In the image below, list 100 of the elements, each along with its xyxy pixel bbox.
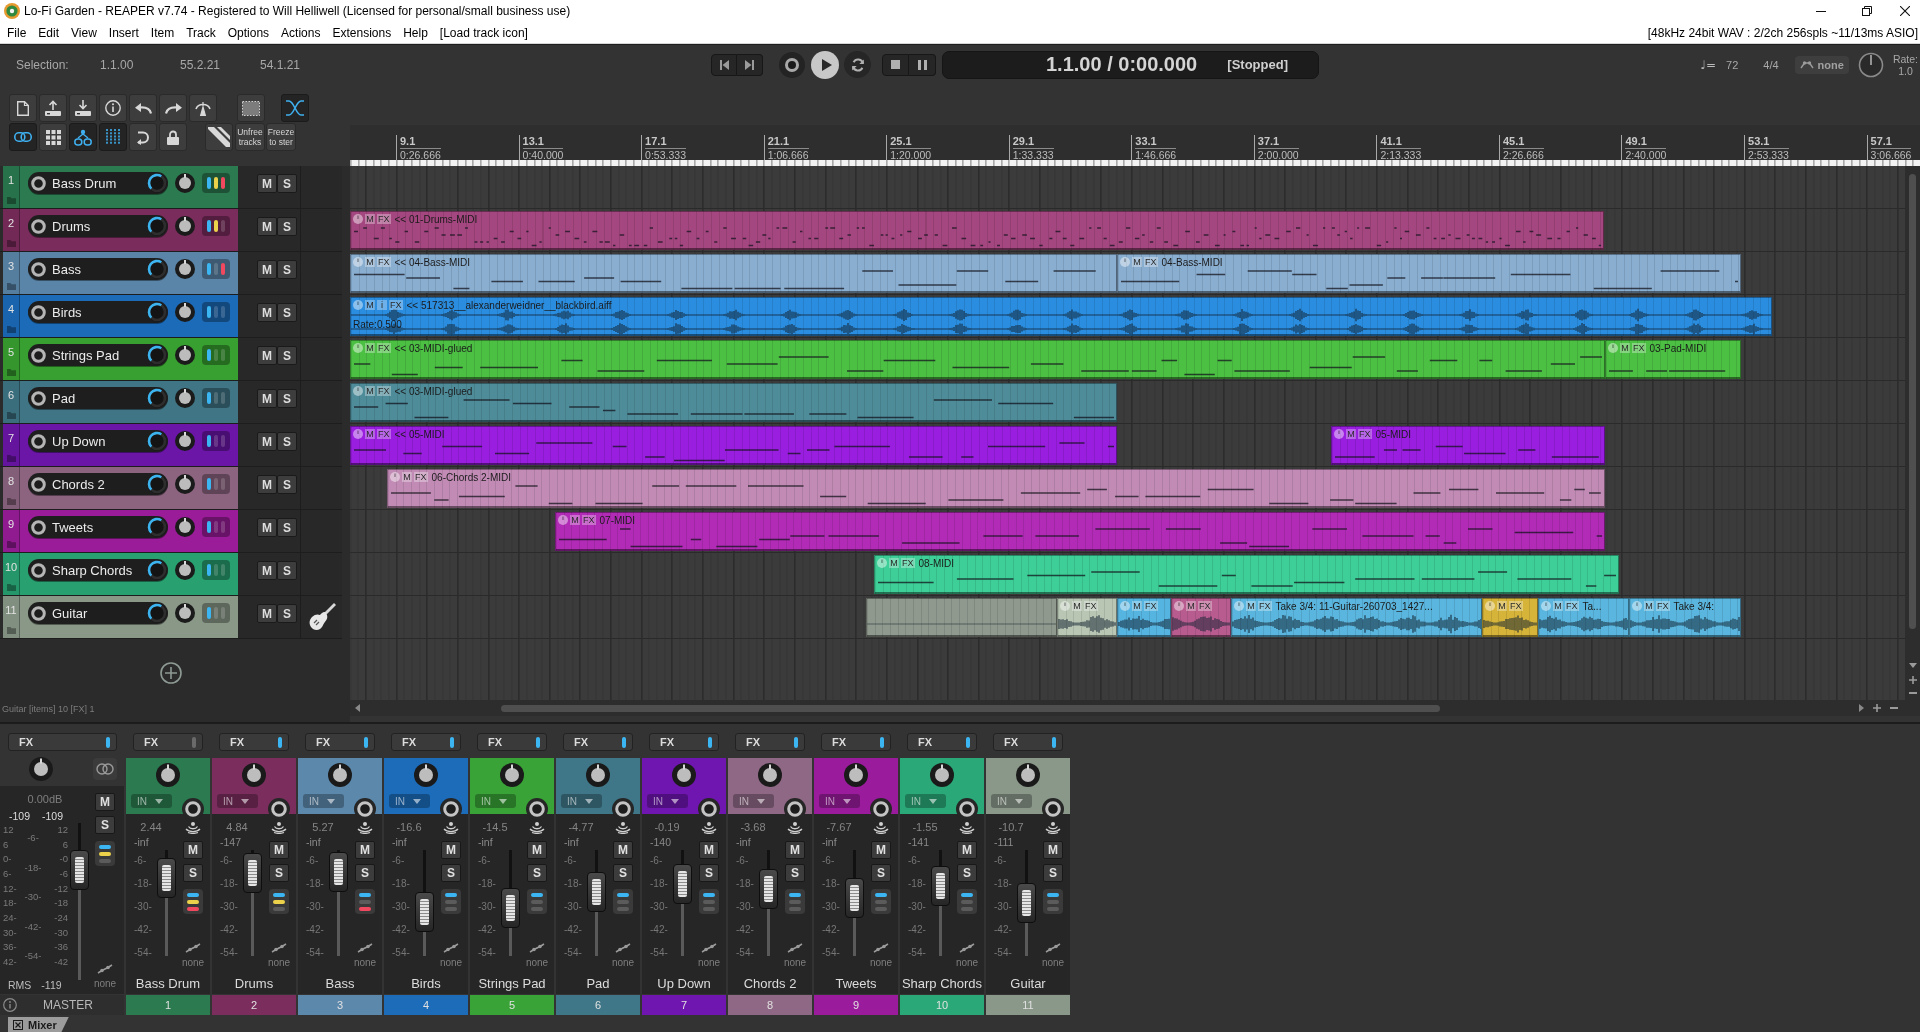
- zoom-in-icon[interactable]: [1873, 704, 1881, 712]
- mute-button[interactable]: M: [257, 303, 277, 322]
- track-name-bar[interactable]: Drums: [28, 215, 168, 237]
- automation-mode[interactable]: none: [267, 957, 291, 969]
- pan-knob[interactable]: [175, 560, 195, 580]
- pan-knob[interactable]: [175, 431, 195, 451]
- fader-handle[interactable]: [501, 888, 520, 929]
- pan-knob[interactable]: [175, 474, 195, 494]
- solo-button[interactable]: S: [183, 864, 203, 882]
- track-name[interactable]: Tweets: [52, 519, 94, 535]
- record-arm-button[interactable]: [31, 261, 46, 277]
- solo-button[interactable]: S: [277, 303, 297, 322]
- mute-button[interactable]: M: [269, 841, 289, 859]
- clip-toggle[interactable]: M: [1186, 601, 1196, 611]
- monitor-waves-icon[interactable]: [357, 822, 373, 834]
- track-name[interactable]: Guitar: [52, 605, 88, 621]
- fx-button[interactable]: FX: [907, 733, 977, 751]
- clip-toggle[interactable]: M: [1620, 343, 1630, 353]
- pan-knob[interactable]: [175, 259, 195, 279]
- lights-button[interactable]: [95, 841, 115, 866]
- mute-button[interactable]: M: [957, 841, 977, 859]
- zoom-in-icon[interactable]: [1908, 676, 1917, 684]
- track-name[interactable]: Sharp Chords: [52, 562, 133, 578]
- automation-mode[interactable]: none: [697, 957, 721, 969]
- solo-button[interactable]: S: [277, 561, 297, 580]
- solo-button[interactable]: S: [441, 864, 461, 882]
- track-header[interactable]: 3 Bass: [3, 252, 238, 294]
- clip-toggle[interactable]: FX: [901, 558, 915, 568]
- envelope-icon[interactable]: [357, 943, 373, 953]
- volume-knob[interactable]: [147, 560, 167, 580]
- monitor-waves-icon[interactable]: [959, 822, 975, 834]
- fader-handle[interactable]: [845, 877, 864, 918]
- pan-knob[interactable]: [758, 763, 782, 787]
- audio-item[interactable]: M FX: [1057, 598, 1117, 637]
- solo-button[interactable]: S: [95, 816, 115, 834]
- midi-item[interactable]: M FX << 04-Bass-MIDI: [350, 254, 1117, 293]
- fader-handle[interactable]: [587, 872, 606, 913]
- track-name[interactable]: Pad: [52, 390, 76, 406]
- fader-handle[interactable]: [931, 866, 950, 906]
- menu-item[interactable]: Actions: [275, 25, 327, 40]
- clip-toggle[interactable]: FX: [1632, 343, 1646, 353]
- clip-toggle[interactable]: FX: [377, 343, 391, 353]
- track-name-bar[interactable]: Bass Drum: [28, 172, 168, 194]
- fx-button[interactable]: FX: [391, 733, 461, 751]
- pan-knob[interactable]: [29, 757, 53, 781]
- solo-button[interactable]: S: [277, 518, 297, 537]
- fader-handle[interactable]: [415, 891, 434, 932]
- volume-knob[interactable]: [147, 431, 167, 451]
- pan-knob[interactable]: [1016, 763, 1040, 787]
- envelope-icon[interactable]: [615, 943, 631, 953]
- envelope-icon[interactable]: [873, 943, 889, 953]
- add-track-button[interactable]: [160, 662, 182, 684]
- info-icon[interactable]: [3, 998, 17, 1012]
- pan-knob[interactable]: [500, 763, 524, 787]
- menu-item[interactable]: Extensions: [326, 25, 398, 40]
- lights-button[interactable]: [441, 889, 461, 914]
- lights-button[interactable]: [269, 889, 289, 914]
- mute-button[interactable]: M: [257, 604, 277, 623]
- audio-item[interactable]: M FX Take 3/4:: [1629, 598, 1741, 637]
- pan-knob[interactable]: [175, 517, 195, 537]
- audio-item[interactable]: M FX: [1482, 598, 1538, 637]
- stop-button[interactable]: [882, 53, 909, 76]
- envelope-icon[interactable]: [1045, 943, 1061, 953]
- pan-knob[interactable]: [242, 763, 266, 787]
- mute-button[interactable]: M: [257, 432, 277, 451]
- record-arm-button[interactable]: [31, 175, 46, 191]
- pan-knob[interactable]: [586, 763, 610, 787]
- envelope-icon[interactable]: [443, 943, 459, 953]
- mute-button[interactable]: M: [95, 793, 115, 811]
- clip-toggle[interactable]: M: [1072, 601, 1082, 611]
- mute-button[interactable]: M: [441, 841, 461, 859]
- fx-button[interactable]: FX: [821, 733, 891, 751]
- record-button[interactable]: [779, 51, 805, 78]
- solo-button[interactable]: S: [785, 864, 805, 882]
- track-name[interactable]: Chords 2: [52, 476, 105, 492]
- envelope-icon[interactable]: [701, 943, 717, 953]
- audio-item[interactable]: [866, 598, 1057, 637]
- volume-knob[interactable]: [147, 216, 167, 236]
- lights-button[interactable]: [355, 889, 375, 914]
- clip-toggle[interactable]: M: [1644, 601, 1654, 611]
- pan-knob[interactable]: [175, 388, 195, 408]
- toolbar-button[interactable]: Unfree tracks: [235, 123, 265, 151]
- caret-right-icon[interactable]: [1859, 704, 1864, 712]
- track-name-bar[interactable]: Birds: [28, 301, 168, 323]
- record-arm-button[interactable]: [31, 347, 46, 363]
- toolbar-button[interactable]: [9, 123, 37, 151]
- solo-button[interactable]: S: [957, 864, 977, 882]
- mute-button[interactable]: M: [699, 841, 719, 859]
- lights-button[interactable]: [957, 889, 977, 914]
- track-name-bar[interactable]: Up Down: [28, 430, 168, 452]
- mute-button[interactable]: M: [871, 841, 891, 859]
- menu-item[interactable]: [Load track icon]: [433, 25, 534, 40]
- solo-button[interactable]: S: [277, 432, 297, 451]
- toolbar-button[interactable]: [9, 94, 37, 122]
- pan-knob[interactable]: [175, 603, 195, 623]
- clip-toggle[interactable]: M: [365, 343, 375, 353]
- playrate-knob[interactable]: [1857, 51, 1884, 78]
- automation-mode[interactable]: none: [611, 957, 635, 969]
- track-header[interactable]: 9 Tweets: [3, 510, 238, 552]
- midi-item[interactable]: M FX 04-Bass-MIDI: [1117, 254, 1741, 293]
